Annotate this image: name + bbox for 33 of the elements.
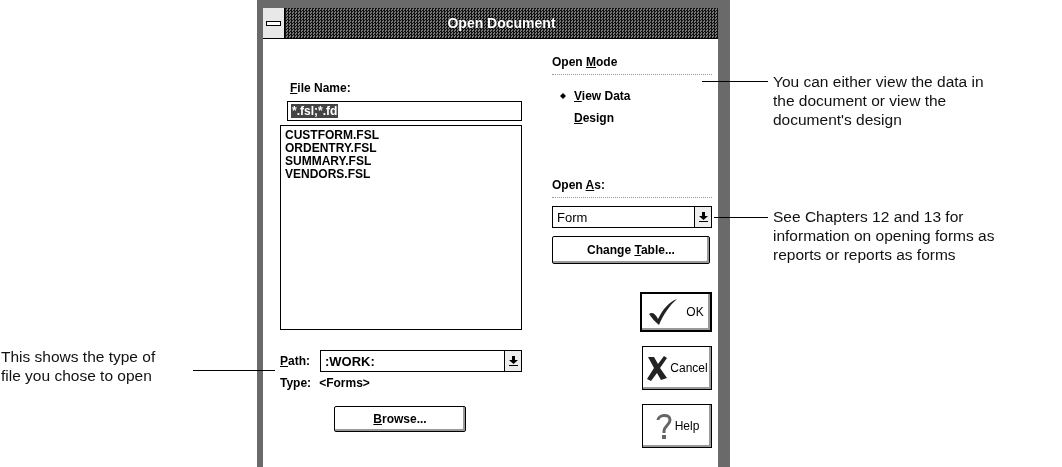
leader-line [714, 217, 768, 218]
help-button[interactable]: Help [642, 404, 712, 448]
file-list-item[interactable]: SUMMARY.FSL [285, 155, 372, 168]
dropdown-arrow-icon [508, 356, 518, 366]
change-table-button[interactable]: Change Table... [552, 236, 710, 264]
browse-button[interactable]: Browse... [334, 406, 466, 432]
callout-text: This shows the type of file you chose to open [1, 347, 156, 385]
file-list-item[interactable]: VENDORS.FSL [285, 168, 371, 181]
help-icon [654, 412, 673, 440]
group-heading: Open As: [552, 178, 712, 198]
ok-button[interactable]: OK [640, 292, 712, 332]
group-heading: Open Mode [552, 55, 712, 75]
callout-text: See Chapters 12 and 13 for information on opening forms as reports or reports as forms [773, 207, 995, 264]
file-list-item[interactable]: CUSTFORM.FSL [285, 129, 379, 142]
selected-diamond-icon [560, 93, 566, 99]
path-dropdown[interactable]: :WORK: [320, 350, 522, 372]
field-label: Path: [280, 354, 310, 368]
file-list[interactable]: CUSTFORM.FSL ORDENTRY.FSL SUMMARY.FSL VENDORS.FSL [280, 125, 522, 330]
radio-option[interactable]: Design [560, 111, 712, 125]
field-label: Type: [280, 376, 312, 390]
leader-line [702, 81, 768, 82]
file-name-field[interactable]: *.fsl;*.fd [287, 101, 522, 121]
radio-option[interactable]: View Data [560, 89, 712, 103]
callout-text: You can either view the data in the document or view the document's design [773, 72, 984, 129]
file-list-item[interactable]: ORDENTRY.FSL [285, 142, 377, 155]
window-title: Open Document [446, 15, 557, 31]
open-as-dropdown[interactable]: Form [552, 206, 712, 228]
field-label: File Name: [290, 81, 352, 95]
type-value: <Forms> [319, 376, 370, 390]
x-mark-icon [646, 355, 669, 381]
dropdown-arrow-icon [698, 212, 708, 222]
system-menu-button[interactable] [263, 8, 285, 38]
cancel-button[interactable]: Cancel [642, 346, 712, 390]
